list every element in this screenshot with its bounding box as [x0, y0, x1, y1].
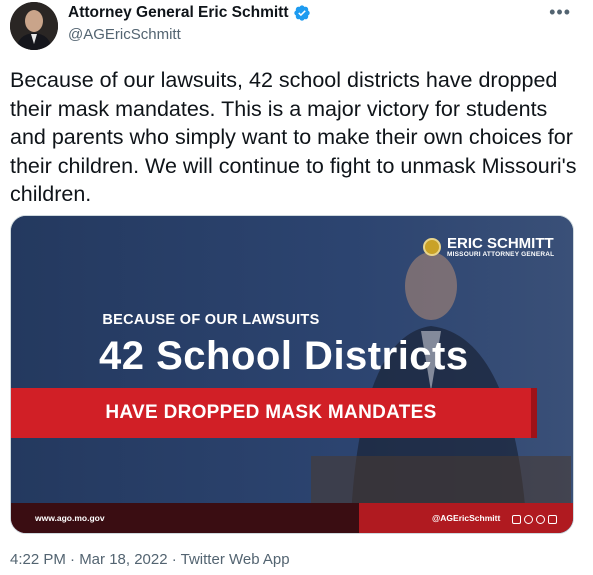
- graphic-banner: HAVE DROPPED MASK MANDATES: [11, 388, 531, 438]
- brand-logo: ERIC SCHMITT MISSOURI ATTORNEY GENERAL: [423, 236, 554, 258]
- avatar-photo: [10, 2, 58, 50]
- verified-badge-icon: [293, 5, 310, 21]
- social-icons: [512, 515, 557, 524]
- instagram-icon: [512, 515, 521, 524]
- graphic-kicker: BECAUSE OF OUR LAWSUITS: [102, 312, 320, 328]
- graphic-banner-text: HAVE DROPPED MASK MANDATES: [105, 402, 437, 423]
- brand-name: ERIC SCHMITT: [447, 235, 554, 252]
- missouri-seal-icon: [423, 238, 441, 256]
- facebook-icon: [524, 515, 533, 524]
- author-name-row: Attorney General Eric Schmitt: [68, 4, 311, 22]
- avatar[interactable]: [10, 2, 58, 50]
- tweet-media-image[interactable]: ERIC SCHMITT MISSOURI ATTORNEY GENERAL B…: [10, 215, 574, 534]
- more-options-icon[interactable]: •••: [549, 2, 571, 23]
- graphic-headline: 42 School Districts: [99, 334, 469, 378]
- twitter-icon: [536, 515, 545, 524]
- footer-handle: @AGEricSchmitt: [432, 513, 501, 523]
- tweet-timestamp[interactable]: 4:22 PM · Mar 18, 2022 · Twitter Web App: [10, 551, 290, 568]
- author-name[interactable]: Attorney General Eric Schmitt: [68, 4, 289, 22]
- brand-subtitle: MISSOURI ATTORNEY GENERAL: [447, 251, 555, 258]
- banner-edge: [531, 388, 537, 438]
- tweet-text: Because of our lawsuits, 42 school distr…: [10, 68, 577, 206]
- author-handle[interactable]: @AGEricSchmitt: [68, 26, 181, 43]
- youtube-icon: [548, 515, 557, 524]
- footer-url: www.ago.mo.gov: [35, 513, 105, 523]
